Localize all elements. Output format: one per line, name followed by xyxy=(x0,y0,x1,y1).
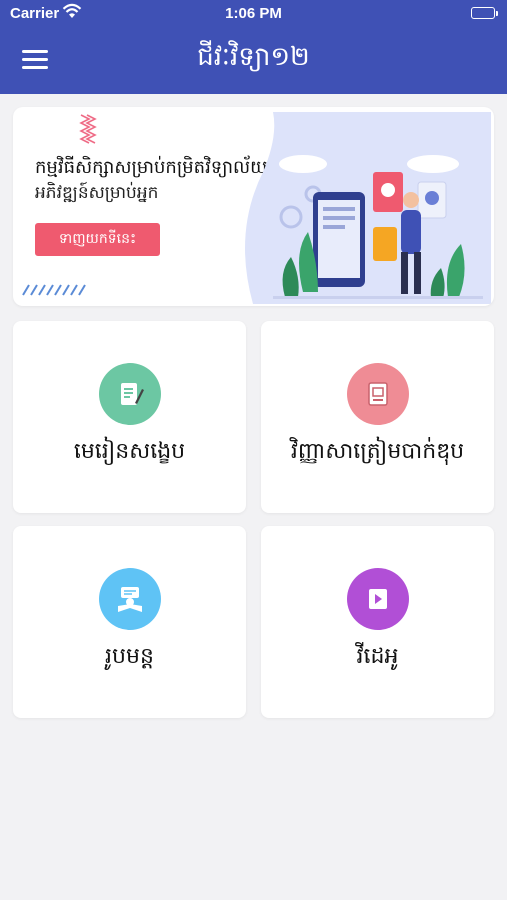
menu-card-label: វីដេអូ xyxy=(356,644,399,669)
menu-card-video[interactable]: វីដេអូ xyxy=(261,526,494,718)
menu-card-summary[interactable]: មេរៀនសង្ខេប xyxy=(13,321,246,513)
menu-card-exam[interactable]: វិញ្ញាសាត្រៀមបាក់ឌុប xyxy=(261,321,494,513)
app-header: Carrier 1:06 PM ជីវៈវិទ្យា១២ xyxy=(0,0,507,94)
stripe-decoration-icon xyxy=(22,284,86,296)
notes-icon xyxy=(99,363,161,425)
menu-card-label: មេរៀនសង្ខេប xyxy=(73,439,186,464)
student-reading-illustration xyxy=(245,112,491,304)
menu-card-label: វិញ្ញាសាត្រៀមបាក់ឌុប xyxy=(290,439,465,464)
page-title: ជីវៈវិទ្យា១២ xyxy=(197,42,310,72)
status-bar: Carrier 1:06 PM xyxy=(0,0,507,28)
banner-subtitle: អភិវឌ្ឍន៍សម្រាប់អ្នក xyxy=(35,183,159,203)
video-icon xyxy=(347,568,409,630)
exam-book-icon xyxy=(347,363,409,425)
formula-icon xyxy=(99,568,161,630)
status-time: 1:06 PM xyxy=(225,5,282,22)
menu-card-label: រូបមន្ត xyxy=(105,644,154,669)
menu-card-formula[interactable]: រូបមន្ត xyxy=(13,526,246,718)
zigzag-decoration-icon xyxy=(79,114,97,144)
download-button[interactable]: ទាញយកទីនេះ xyxy=(35,223,160,256)
promo-banner: កម្មវិធីសិក្សាសម្រាប់កម្រិតវិទ្យាល័យ អភិ… xyxy=(13,107,494,306)
battery-icon xyxy=(471,7,498,19)
